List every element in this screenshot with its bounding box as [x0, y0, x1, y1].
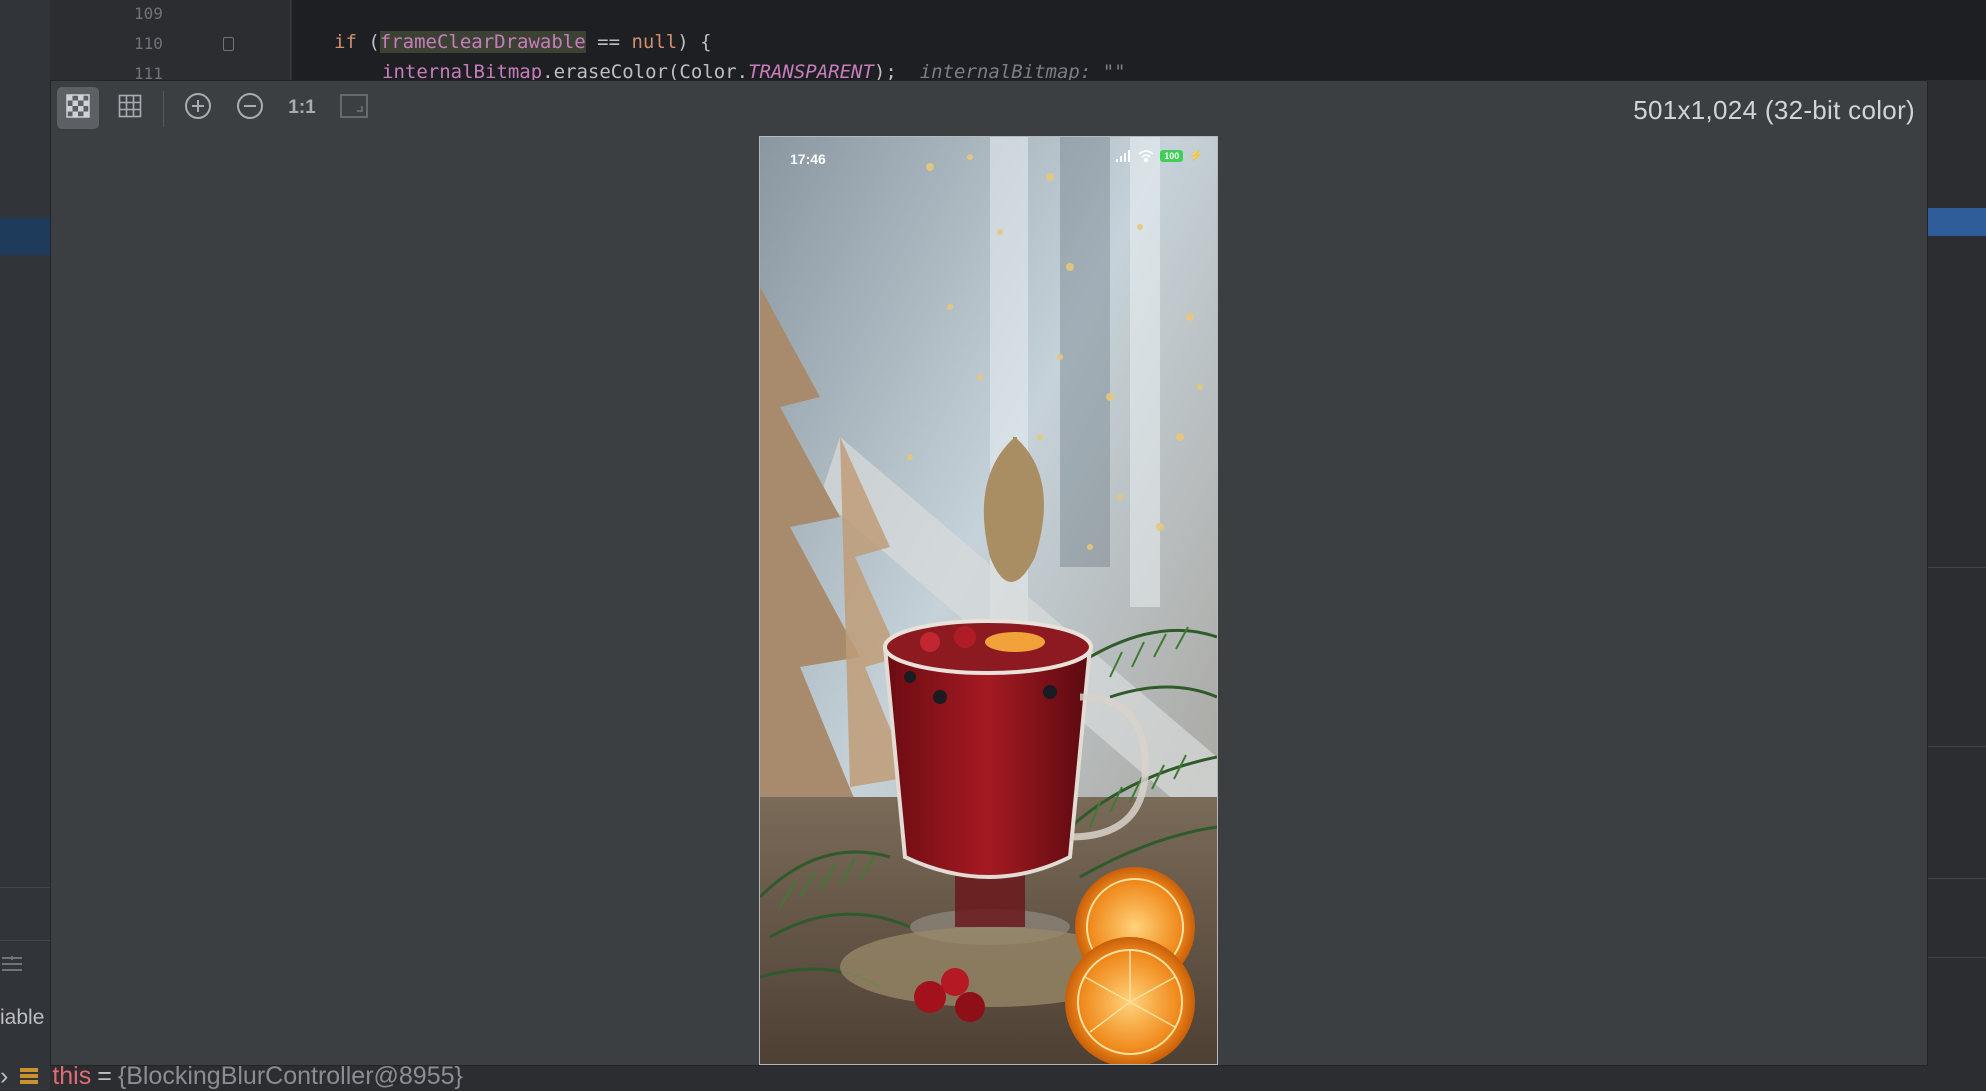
right-panel-selected-row[interactable] [1928, 208, 1986, 236]
fit-window-icon [340, 93, 368, 123]
grid-icon [118, 94, 142, 123]
variable-value: {BlockingBlurController@8955} [117, 1062, 463, 1090]
right-panel-divider [1928, 957, 1986, 958]
code-text: ) { [677, 31, 712, 53]
keyword: if [334, 31, 357, 53]
fit-window-button[interactable] [333, 87, 375, 129]
zoom-out-icon [236, 92, 264, 125]
list-settings-icon[interactable] [0, 952, 24, 978]
viewer-toolbar: 1:1 501x1,024 (32-bit color) [51, 81, 1927, 137]
bitmap-preview[interactable]: 17:46 100 ⚡ [759, 136, 1218, 1065]
zoom-out-button[interactable] [229, 87, 271, 129]
expand-arrow-icon[interactable]: › [0, 1062, 8, 1090]
battery-icon: 100 [1160, 149, 1184, 162]
variable-name: this [52, 1062, 92, 1090]
zoom-in-button[interactable] [177, 87, 219, 129]
left-panel-selected-row[interactable] [0, 218, 50, 255]
panel-divider [0, 940, 50, 941]
debug-variable-row[interactable]: › this = {BlockingBlurController@8955} [0, 1062, 463, 1091]
object-icon [20, 1068, 39, 1086]
highlighted-identifier[interactable]: frameClearDrawable [379, 31, 586, 53]
charging-icon: ⚡ [1189, 150, 1203, 162]
status-bar-time: 17:46 [790, 151, 826, 167]
code-line-110: if (frameClearDrawable == null) { [334, 31, 712, 53]
line-number: 110 [134, 34, 163, 53]
wifi-icon [1138, 149, 1154, 162]
bitmap-photo [760, 137, 1217, 1064]
ide-left-panel [0, 0, 50, 1090]
actual-size-button[interactable]: 1:1 [281, 87, 323, 129]
toolbar-separator [163, 91, 164, 127]
line-number: 109 [134, 4, 163, 23]
gutter-divider [290, 0, 291, 80]
grid-toggle-button[interactable] [109, 87, 151, 129]
code-text: ( [356, 31, 380, 53]
status-bar-icons: 100 ⚡ [1116, 149, 1203, 162]
fold-marker-icon[interactable] [223, 37, 234, 51]
zoom-in-icon [184, 92, 212, 125]
keyword: null [631, 31, 678, 53]
right-panel-divider [1928, 878, 1986, 879]
right-panel-divider [1928, 567, 1986, 568]
variables-tab-label[interactable]: iable [0, 1006, 44, 1030]
variable-equals: = [97, 1062, 112, 1090]
code-text: == [585, 31, 632, 53]
right-panel-divider [1928, 746, 1986, 747]
image-dimensions-label: 501x1,024 (32-bit color) [1633, 95, 1915, 125]
image-viewer-popup: 1:1 501x1,024 (32-bit color) 17:46 100 ⚡ [50, 80, 1928, 1066]
chessboard-icon [66, 93, 90, 123]
chessboard-toggle-button[interactable] [57, 87, 99, 129]
signal-icon [1116, 149, 1132, 162]
panel-divider [0, 887, 50, 888]
